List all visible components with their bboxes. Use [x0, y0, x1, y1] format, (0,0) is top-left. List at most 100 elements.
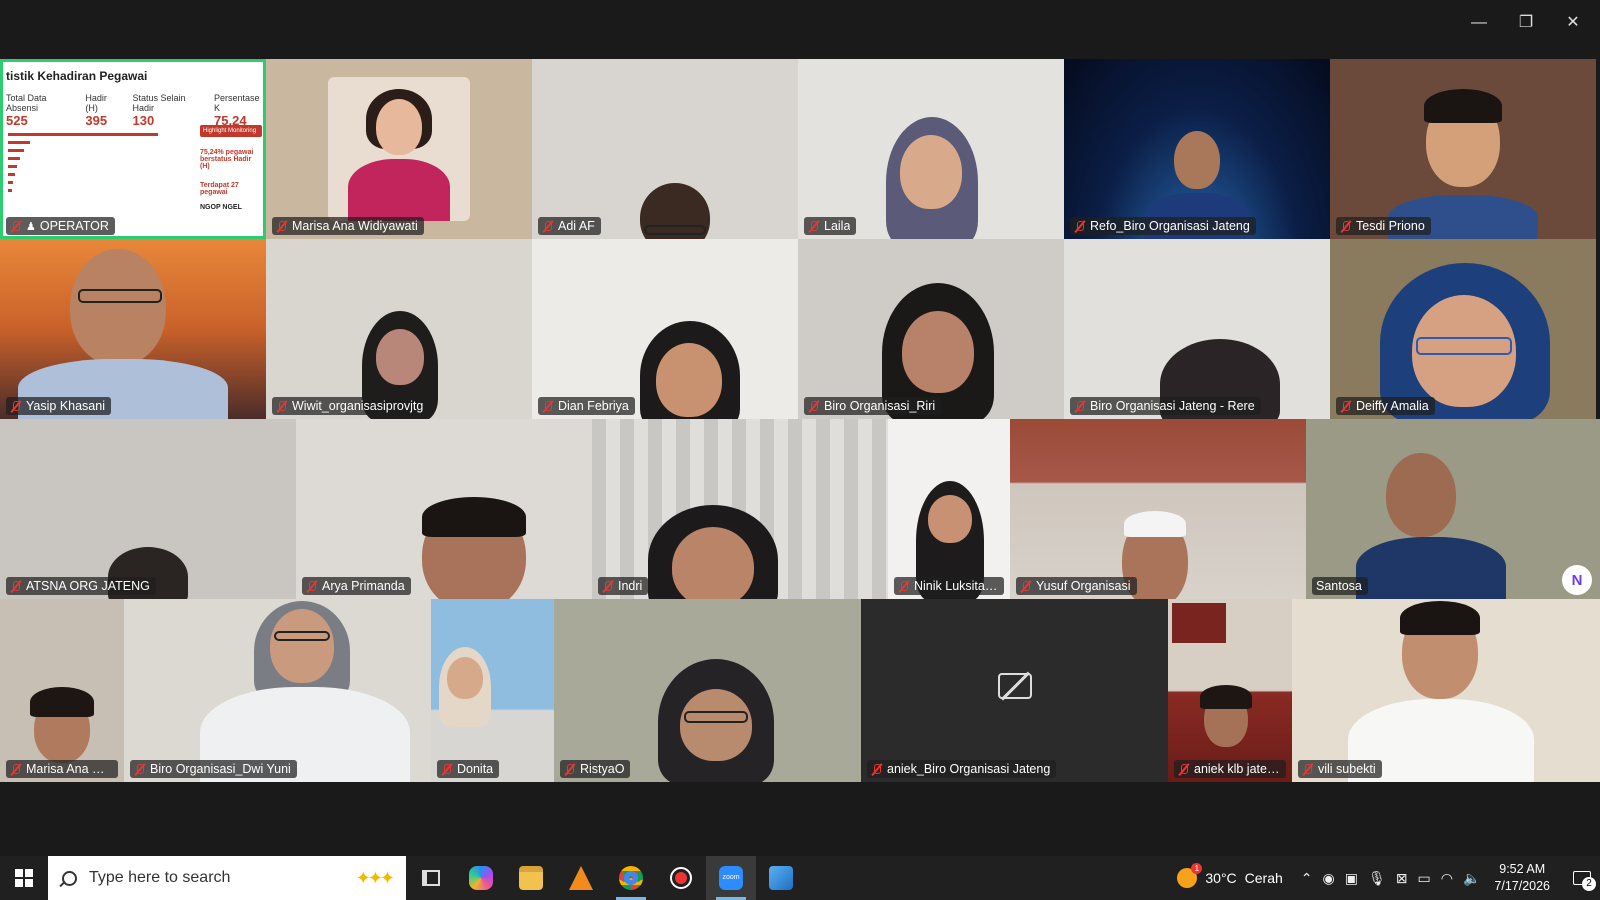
- participant-tile[interactable]: Donita: [431, 599, 554, 782]
- restore-button[interactable]: ❐: [1503, 6, 1549, 40]
- taskbar-search-box[interactable]: Type here to search ✦✦✦: [48, 856, 406, 900]
- participant-tile[interactable]: RistyaO: [554, 599, 861, 782]
- participant-tile[interactable]: N Santosa: [1306, 419, 1600, 599]
- mic-muted-icon: [10, 400, 22, 413]
- participant-tile[interactable]: Refo_Biro Organisasi Jateng: [1064, 59, 1330, 239]
- slide-title: tistik Kehadiran Pegawai: [6, 69, 148, 83]
- participant-tile[interactable]: Laila: [798, 59, 1064, 239]
- participant-tile[interactable]: Yusuf Organisasi: [1010, 419, 1306, 599]
- wifi-icon[interactable]: ◠: [1441, 870, 1453, 887]
- gallery-row: Marisa Ana Wi... Biro Organisasi_Dwi Yun…: [0, 599, 1600, 782]
- mic-muted-icon: [871, 763, 883, 776]
- participant-tile[interactable]: Tesdi Priono: [1330, 59, 1596, 239]
- stat-value: 130: [132, 113, 155, 128]
- mic-muted-icon: [1074, 400, 1086, 413]
- participant-label: RistyaO: [560, 760, 631, 778]
- mic-muted-icon: [441, 763, 453, 776]
- participant-tile[interactable]: Marisa Ana Wi...: [0, 599, 124, 782]
- slide-badge: Highlight Monitoring: [200, 125, 262, 137]
- mic-muted-icon: [1074, 220, 1086, 233]
- system-tray: 1 30°C Cerah ⌃ ◉ ▣ 🎙 ⊠ ▭ ◠ 🔈 9:52 AM 7/1…: [1177, 856, 1600, 900]
- mic-muted-icon: [898, 580, 910, 593]
- minimize-button[interactable]: —: [1456, 6, 1502, 40]
- weather-widget[interactable]: 1 30°C Cerah: [1177, 863, 1283, 888]
- video-off-icon: [997, 672, 1032, 699]
- participant-label: aniek_Biro Organisasi Jateng: [867, 760, 1057, 778]
- mic-muted-icon: [542, 220, 554, 233]
- participant-label: Yasip Khasani: [6, 397, 111, 415]
- mic-muted-icon: [276, 400, 288, 413]
- participant-tile[interactable]: Arya Primanda: [296, 419, 592, 599]
- participant-tile[interactable]: aniek klb jateng: [1168, 599, 1292, 782]
- file-explorer-icon[interactable]: [506, 856, 556, 900]
- mic-muted-icon: [808, 400, 820, 413]
- participant-tile[interactable]: Indri: [592, 419, 888, 599]
- participant-tile[interactable]: ATSNA ORG JATENG: [0, 419, 296, 599]
- network-alert-icon[interactable]: ⊠: [1396, 870, 1408, 887]
- ai-companion-icon[interactable]: N: [1562, 565, 1592, 595]
- copilot-icon[interactable]: [456, 856, 506, 900]
- mic-muted-icon: [1340, 400, 1352, 413]
- taskbar-clock[interactable]: 9:52 AM 7/17/2026: [1494, 861, 1550, 895]
- microphone-icon[interactable]: 🎙: [1368, 870, 1386, 887]
- mic-muted-icon: [1340, 220, 1352, 233]
- participant-tile[interactable]: tistik Kehadiran Pegawai Total Data Abse…: [0, 59, 266, 239]
- task-view-icon[interactable]: [406, 856, 456, 900]
- record-tray-icon[interactable]: ◉: [1323, 870, 1335, 887]
- record-icon[interactable]: [656, 856, 706, 900]
- mic-muted-icon: [10, 220, 22, 233]
- participant-tile[interactable]: aniek_Biro Organisasi Jateng: [861, 599, 1168, 782]
- participant-tile[interactable]: Ninik Luksitaw...: [888, 419, 1010, 599]
- mic-muted-icon: [602, 580, 614, 593]
- host-icon: ♟: [26, 220, 36, 233]
- notification-count: 2: [1582, 877, 1596, 891]
- participant-label: Biro Organisasi Jateng - Rere: [1070, 397, 1261, 415]
- tray-icons: ⌃ ◉ ▣ 🎙 ⊠ ▭ ◠ 🔈: [1301, 870, 1481, 887]
- mic-muted-icon: [134, 763, 146, 776]
- battery-icon[interactable]: ▭: [1418, 870, 1431, 887]
- participant-label: Adi AF: [538, 217, 601, 235]
- participant-label: ATSNA ORG JATENG: [6, 577, 156, 595]
- slide-highlights: Highlight Monitoring 75,24% pegawai bers…: [200, 125, 262, 211]
- mic-muted-icon: [1178, 763, 1190, 776]
- notification-center-button[interactable]: 2: [1564, 856, 1600, 900]
- video-gallery: tistik Kehadiran Pegawai Total Data Abse…: [0, 59, 1600, 797]
- stat-label: Hadir (H): [85, 93, 107, 113]
- vlc-icon[interactable]: [556, 856, 606, 900]
- participant-label: Laila: [804, 217, 857, 235]
- participant-tile[interactable]: Dian Febriya: [532, 239, 798, 419]
- participant-tile[interactable]: Biro Organisasi Jateng - Rere: [1064, 239, 1330, 419]
- participant-tile[interactable]: Marisa Ana Widiyawati: [266, 59, 532, 239]
- participant-label: Refo_Biro Organisasi Jateng: [1070, 217, 1256, 235]
- participant-tile[interactable]: Deiffy Amalia: [1330, 239, 1596, 419]
- participant-label: vili subekti: [1298, 760, 1382, 778]
- participant-label: aniek klb jateng: [1174, 760, 1286, 778]
- clock-date: 7/17/2026: [1494, 879, 1550, 893]
- search-icon: [62, 870, 77, 886]
- start-button[interactable]: [0, 856, 48, 900]
- stat-label: Status Selain Hadir: [132, 93, 186, 113]
- zoom-icon[interactable]: zoom: [706, 856, 756, 900]
- slide-note: Terdapat 27 pegawai: [200, 182, 239, 196]
- shared-screen-thumbnail: tistik Kehadiran Pegawai Total Data Abse…: [0, 59, 266, 239]
- mic-muted-icon: [564, 763, 576, 776]
- participant-tile[interactable]: Biro Organisasi_Dwi Yuni: [124, 599, 431, 782]
- volume-icon[interactable]: 🔈: [1463, 870, 1480, 887]
- gallery-row: tistik Kehadiran Pegawai Total Data Abse…: [0, 59, 1600, 239]
- wall-picture: [1172, 603, 1226, 643]
- close-button[interactable]: ✕: [1550, 6, 1596, 40]
- participant-tile[interactable]: Adi AF: [532, 59, 798, 239]
- participant-tile[interactable]: Wiwit_organisasiprovjtg: [266, 239, 532, 419]
- participant-tile[interactable]: Yasip Khasani: [0, 239, 266, 419]
- photos-icon[interactable]: [756, 856, 806, 900]
- participant-tile[interactable]: Biro Organisasi_Riri: [798, 239, 1064, 419]
- meet-now-icon[interactable]: ▣: [1345, 870, 1358, 887]
- participant-label: Deiffy Amalia: [1336, 397, 1435, 415]
- participant-label: Marisa Ana Widiyawati: [272, 217, 424, 235]
- stat-value: 525: [6, 113, 28, 128]
- chevron-up-icon[interactable]: ⌃: [1301, 870, 1313, 887]
- participant-tile[interactable]: vili subekti: [1292, 599, 1600, 782]
- chrome-icon[interactable]: [606, 856, 656, 900]
- mic-muted-icon: [276, 220, 288, 233]
- search-highlight-icon: ✦✦✦: [355, 867, 395, 888]
